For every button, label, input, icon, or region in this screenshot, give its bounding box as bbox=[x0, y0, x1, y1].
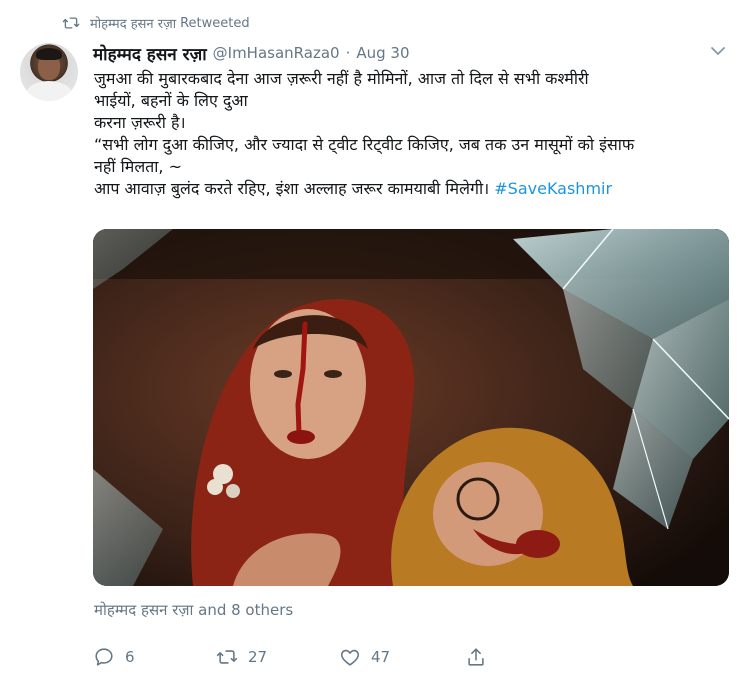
author-name[interactable]: मोहम्मद हसन रज़ा bbox=[93, 42, 207, 65]
tweet-media-photo[interactable] bbox=[93, 229, 729, 586]
retweet-banner: मोहम्मद हसन रज़ा Retweeted bbox=[62, 12, 250, 34]
retweet-icon bbox=[62, 17, 80, 29]
like-button[interactable]: 47 bbox=[339, 645, 390, 669]
tweet-line: करना ज़रूरी है। bbox=[94, 113, 186, 132]
tweet-line: जुमआ की मुबारकबाद देना आज ज़रूरी नहीं है… bbox=[94, 69, 589, 88]
tweet-line: “सभी लोग दुआ कीजिए, और ज्यादा से ट्वीट र… bbox=[94, 135, 635, 154]
retweeter-name[interactable]: मोहम्मद हसन रज़ा bbox=[90, 14, 176, 32]
tweet-header: मोहम्मद हसन रज़ा @ImHasanRaza0 · Aug 30 bbox=[93, 42, 410, 65]
tweet-actions: 6 27 47 bbox=[93, 645, 513, 669]
retweeted-label: Retweeted bbox=[180, 15, 250, 31]
header-separator: · bbox=[345, 44, 351, 62]
hashtag-link[interactable]: #SaveKashmir bbox=[494, 179, 612, 198]
retweet-count: 27 bbox=[248, 648, 268, 666]
tweet-line: भाईयों, बहनों के लिए दुआ bbox=[94, 91, 248, 110]
reply-count: 6 bbox=[125, 648, 135, 666]
tweet-line: आप आवाज़ बुलंद करते रहिए, इंशा अल्लाह जर… bbox=[94, 179, 495, 198]
author-handle[interactable]: @ImHasanRaza0 bbox=[213, 44, 340, 62]
avatar-hair bbox=[36, 48, 62, 60]
reply-button[interactable]: 6 bbox=[93, 645, 135, 669]
retweet-icon bbox=[216, 650, 238, 664]
photo-media bbox=[93, 229, 729, 586]
tweet-date[interactable]: Aug 30 bbox=[356, 44, 409, 62]
reply-icon bbox=[95, 648, 113, 666]
like-count: 47 bbox=[371, 648, 391, 666]
social-proof[interactable]: मोहम्मद हसन रज़ा and 8 others bbox=[94, 600, 293, 620]
share-icon bbox=[468, 648, 484, 666]
share-button[interactable] bbox=[465, 645, 497, 669]
tweet-text: जुमआ की मुबारकबाद देना आज ज़रूरी नहीं है… bbox=[94, 68, 734, 200]
like-icon bbox=[340, 649, 360, 666]
chevron-down-icon[interactable] bbox=[709, 44, 727, 58]
tweet-line: नहीं मिलता, ~ bbox=[94, 157, 183, 176]
avatar[interactable] bbox=[20, 43, 78, 101]
retweet-button[interactable]: 27 bbox=[216, 645, 267, 669]
tweet-line-last: आप आवाज़ बुलंद करते रहिए, इंशा अल्लाह जर… bbox=[94, 178, 734, 200]
avatar-shirt bbox=[26, 81, 72, 101]
